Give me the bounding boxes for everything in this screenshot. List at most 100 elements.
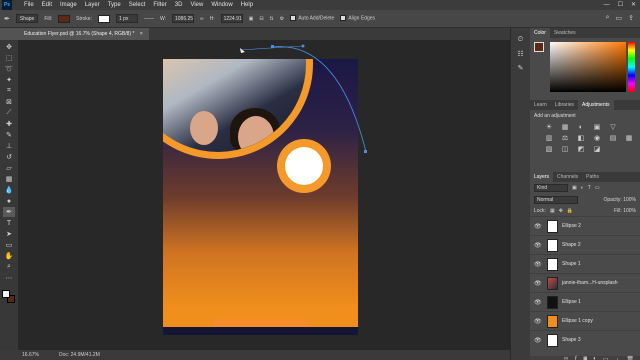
- tool-mode-select[interactable]: Shape: [15, 14, 39, 23]
- filter-type-icon[interactable]: T: [588, 185, 591, 191]
- pen-tool-icon[interactable]: ✒: [4, 15, 10, 23]
- color-balance-icon[interactable]: ⚖: [560, 135, 570, 143]
- menu-view[interactable]: View: [186, 0, 207, 10]
- eraser-tool-icon[interactable]: ▱: [3, 163, 15, 173]
- gradient-tool-icon[interactable]: ▦: [3, 174, 15, 184]
- posterize-icon[interactable]: ◫: [560, 146, 570, 154]
- menu-image[interactable]: Image: [56, 0, 81, 10]
- lock-pixels-icon[interactable]: ▦: [550, 208, 555, 214]
- pen-path-overlay[interactable]: [18, 40, 510, 350]
- stamp-tool-icon[interactable]: ⊥: [3, 141, 15, 151]
- width-input[interactable]: 1086.25: [172, 14, 194, 23]
- marquee-tool-icon[interactable]: ⬚: [3, 53, 15, 63]
- layer-row[interactable]: 👁 Ellipse 1 copy: [530, 311, 640, 330]
- lock-position-icon[interactable]: ✥: [559, 208, 563, 214]
- share-icon[interactable]: ⇪: [628, 14, 634, 22]
- path-arrange-icon[interactable]: ⇅: [270, 16, 274, 22]
- layer-fill-value[interactable]: 100%: [623, 208, 636, 214]
- exposure-icon[interactable]: ▣: [592, 124, 602, 132]
- eye-icon[interactable]: 👁: [534, 318, 542, 325]
- invert-icon[interactable]: ▨: [544, 146, 554, 154]
- menu-layer[interactable]: Layer: [81, 0, 104, 10]
- height-input[interactable]: 1224.91: [220, 14, 243, 23]
- fill-control[interactable]: Fill: 100%: [614, 208, 636, 214]
- search-icon[interactable]: ⌕: [606, 14, 610, 22]
- close-tab-icon[interactable]: ×: [140, 31, 143, 37]
- opacity-control[interactable]: Opacity: 100%: [603, 197, 636, 203]
- trash-icon[interactable]: 🗑: [626, 356, 634, 360]
- eye-icon[interactable]: 👁: [534, 261, 542, 268]
- levels-icon[interactable]: ▦: [560, 124, 570, 132]
- tab-libraries[interactable]: Libraries: [551, 100, 578, 110]
- menu-help[interactable]: Help: [237, 0, 257, 10]
- path-ops-icon[interactable]: ▣: [249, 16, 254, 22]
- align-edges-checkbox[interactable]: [340, 15, 347, 22]
- brightness-icon[interactable]: ☀: [544, 124, 554, 132]
- canvas-area[interactable]: [18, 40, 510, 350]
- filter-shape-icon[interactable]: ▭: [595, 185, 600, 191]
- more-tools-icon[interactable]: ⋯: [3, 273, 15, 283]
- auto-add-delete-option[interactable]: Auto Add/Delete: [290, 15, 334, 22]
- zoom-level[interactable]: 16.67%: [22, 350, 39, 360]
- link-icon[interactable]: ∞: [200, 16, 204, 22]
- magic-wand-tool-icon[interactable]: ✦: [3, 75, 15, 85]
- auto-add-delete-checkbox[interactable]: [290, 15, 297, 22]
- photo-filter-icon[interactable]: ◉: [592, 135, 602, 143]
- tab-swatches[interactable]: Swatches: [550, 28, 580, 38]
- tab-color[interactable]: Color: [530, 28, 550, 38]
- layer-row[interactable]: 👁 Shape 1: [530, 254, 640, 273]
- link-layers-icon[interactable]: ∞: [564, 356, 568, 360]
- blend-mode-select[interactable]: Normal: [534, 196, 578, 204]
- menu-edit[interactable]: Edit: [38, 0, 56, 10]
- document-tab[interactable]: Education Flyer.psd @ 16.7% (Shape 4, RG…: [18, 28, 149, 40]
- lock-all-icon[interactable]: 🔒: [567, 208, 573, 214]
- layer-row[interactable]: 👁 Ellipse 1: [530, 292, 640, 311]
- color-picker-field[interactable]: [550, 42, 626, 92]
- channel-mixer-icon[interactable]: ▤: [608, 135, 618, 143]
- lasso-tool-icon[interactable]: ➰: [3, 64, 15, 74]
- fx-icon[interactable]: ƒ: [574, 356, 577, 360]
- stroke-type-icon[interactable]: ——: [144, 16, 154, 22]
- eye-icon[interactable]: 👁: [534, 280, 542, 287]
- fill-swatch[interactable]: [58, 14, 71, 23]
- menu-3d[interactable]: 3D: [171, 0, 187, 10]
- direction-handle[interactable]: [301, 44, 305, 48]
- foreground-color-swatch[interactable]: [2, 290, 10, 298]
- menu-type[interactable]: Type: [104, 0, 125, 10]
- menu-file[interactable]: File: [20, 0, 38, 10]
- anchor-point[interactable]: [364, 150, 367, 153]
- photoshop-logo[interactable]: Ps: [2, 0, 12, 10]
- hand-tool-icon[interactable]: ✋: [3, 251, 15, 261]
- threshold-icon[interactable]: ◩: [576, 146, 586, 154]
- tab-paths[interactable]: Paths: [582, 172, 603, 182]
- eye-icon[interactable]: 👁: [534, 337, 542, 344]
- align-edges-option[interactable]: Align Edges: [340, 15, 375, 22]
- black-white-icon[interactable]: ◧: [576, 135, 586, 143]
- frame-tool-icon[interactable]: ⊠: [3, 97, 15, 107]
- curves-icon[interactable]: ◐: [576, 124, 586, 132]
- menu-filter[interactable]: Filter: [149, 0, 170, 10]
- layer-row[interactable]: 👁 Shape 3: [530, 330, 640, 349]
- path-selection-tool-icon[interactable]: ➤: [3, 229, 15, 239]
- eye-icon[interactable]: 👁: [534, 223, 542, 230]
- filter-pixel-icon[interactable]: ▣: [572, 185, 577, 191]
- layer-row[interactable]: 👁 jannie-tham...H-unsplash: [530, 273, 640, 292]
- zoom-tool-icon[interactable]: ⌕: [3, 262, 15, 272]
- workspace-icon[interactable]: ▭: [616, 14, 623, 22]
- menu-select[interactable]: Select: [125, 0, 150, 10]
- color-lookup-icon[interactable]: ▦: [624, 135, 634, 143]
- layer-row[interactable]: 👁 Shape 2: [530, 235, 640, 254]
- eye-icon[interactable]: 👁: [534, 299, 542, 306]
- blur-tool-icon[interactable]: 💧: [3, 185, 15, 195]
- mask-icon[interactable]: ◙: [583, 356, 587, 360]
- color-panel-foreground-swatch[interactable]: [534, 42, 544, 52]
- filter-adjustment-icon[interactable]: ◐: [581, 185, 584, 191]
- maximize-button[interactable]: ☐: [618, 0, 623, 10]
- pen-tool-icon[interactable]: ✒: [3, 207, 15, 217]
- layer-row[interactable]: 👁 Ellipse 2: [530, 216, 640, 235]
- path-align-icon[interactable]: ⊟: [259, 16, 263, 22]
- minimize-button[interactable]: —: [604, 0, 610, 10]
- gradient-map-icon[interactable]: ◪: [592, 146, 602, 154]
- hue-saturation-icon[interactable]: ▥: [544, 135, 554, 143]
- layer-kind-filter[interactable]: Kind: [534, 184, 568, 192]
